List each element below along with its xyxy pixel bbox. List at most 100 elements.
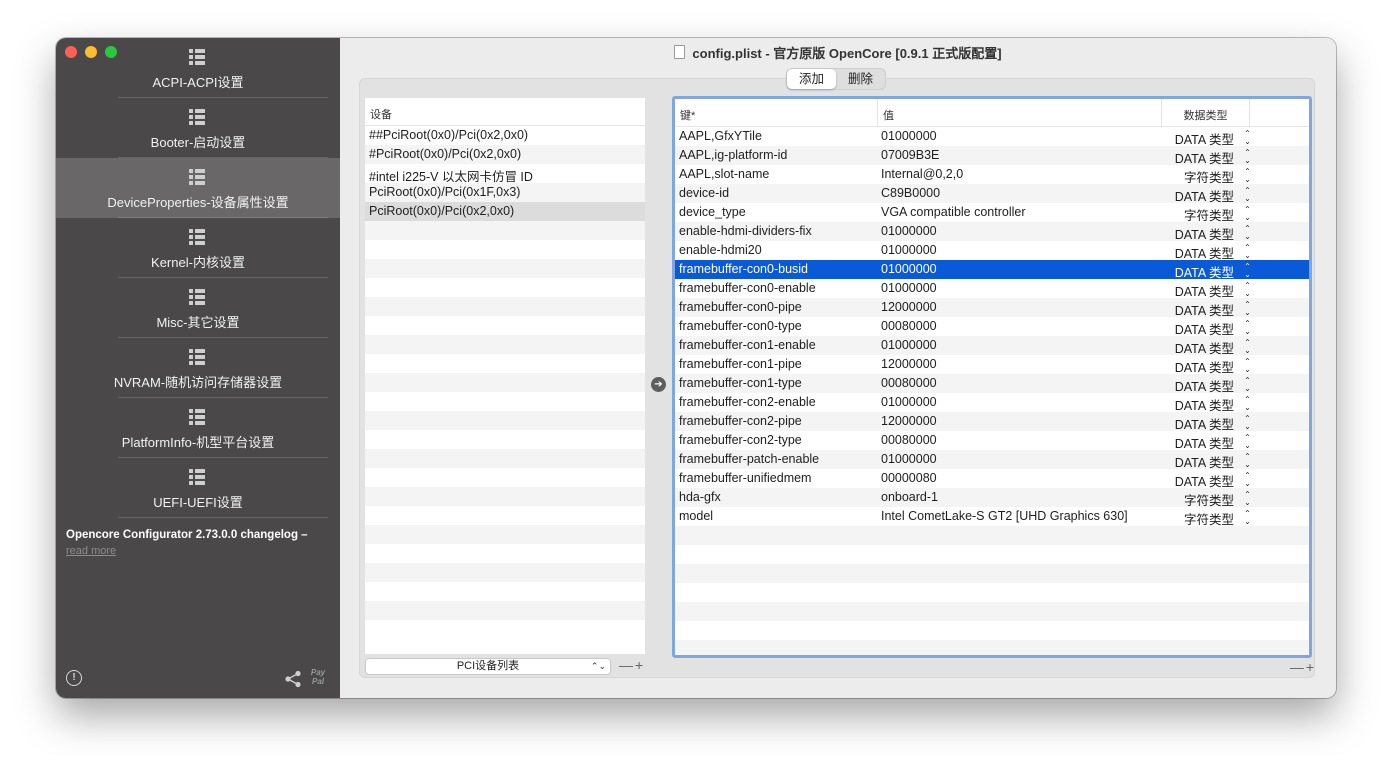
property-type-select[interactable]: DATA 类型 (1162, 222, 1244, 242)
type-stepper-icon[interactable]: ⌃⌄ (1243, 374, 1256, 393)
property-type-select[interactable]: DATA 类型 (1162, 317, 1244, 337)
property-type-select[interactable]: DATA 类型 (1162, 374, 1244, 394)
property-key[interactable]: AAPL,ig-platform-id (675, 146, 878, 165)
device-row[interactable]: PciRoot(0x0)/Pci(0x1F,0x3) (365, 183, 645, 202)
property-value[interactable]: 01000000 (878, 127, 1162, 146)
paypal-icon[interactable]: Pay Pal (310, 668, 326, 686)
property-add-remove-buttons[interactable]: —+ (1290, 659, 1316, 675)
property-value[interactable]: 01000000 (878, 450, 1162, 469)
property-type-select[interactable]: 字符类型 (1162, 203, 1244, 223)
type-stepper-icon[interactable]: ⌃⌄ (1243, 127, 1256, 146)
type-stepper-icon[interactable]: ⌃⌄ (1243, 450, 1256, 469)
property-value[interactable]: 12000000 (878, 298, 1162, 317)
property-type-select[interactable]: DATA 类型 (1162, 260, 1244, 280)
property-type-select[interactable]: DATA 类型 (1162, 298, 1244, 318)
read-more-link[interactable]: read more (66, 545, 116, 557)
property-value[interactable]: 00080000 (878, 374, 1162, 393)
property-key[interactable]: framebuffer-con1-pipe (675, 355, 878, 374)
property-type-select[interactable]: 字符类型 (1162, 507, 1244, 527)
minimize-window-button[interactable] (85, 46, 97, 58)
property-key[interactable]: enable-hdmi20 (675, 241, 878, 260)
property-key[interactable]: framebuffer-con0-pipe (675, 298, 878, 317)
property-row[interactable]: framebuffer-con1-type 00080000 DATA 类型 ⌃⌄ (675, 374, 1309, 394)
device-row[interactable]: PciRoot(0x0)/Pci(0x2,0x0) (365, 202, 645, 221)
property-key[interactable]: model (675, 507, 878, 526)
type-stepper-icon[interactable]: ⌃⌄ (1243, 431, 1256, 450)
property-row[interactable]: device_type VGA compatible controller 字符类型… (675, 203, 1309, 223)
property-value[interactable]: Intel CometLake-S GT2 [UHD Graphics 630] (878, 507, 1162, 526)
sidebar-item-booter[interactable]: Booter-启动设置 (56, 98, 340, 158)
property-row[interactable]: device-id C89B0000 DATA 类型 ⌃⌄ (675, 184, 1309, 204)
property-row[interactable]: framebuffer-patch-enable 01000000 DATA 类型 ⌃… (675, 450, 1309, 470)
property-value[interactable]: 01000000 (878, 241, 1162, 260)
key-column-header[interactable]: 键* (675, 99, 878, 127)
property-type-select[interactable]: DATA 类型 (1162, 393, 1244, 413)
property-key[interactable]: framebuffer-con2-pipe (675, 412, 878, 431)
property-value[interactable]: 01000000 (878, 393, 1162, 412)
type-stepper-icon[interactable]: ⌃⌄ (1243, 298, 1256, 317)
zoom-window-button[interactable] (105, 46, 117, 58)
property-key[interactable]: framebuffer-con1-enable (675, 336, 878, 355)
share-icon[interactable] (284, 670, 302, 688)
property-row[interactable]: framebuffer-con0-busid 01000000 DATA 类型 ⌃⌄ (675, 260, 1309, 280)
type-stepper-icon[interactable]: ⌃⌄ (1243, 488, 1256, 507)
property-type-select[interactable]: DATA 类型 (1162, 412, 1244, 432)
property-row[interactable]: hda-gfx onboard-1 字符类型 ⌃⌄ (675, 488, 1309, 508)
property-row[interactable]: model Intel CometLake-S GT2 [UHD Graphics… (675, 507, 1309, 527)
property-key[interactable]: AAPL,slot-name (675, 165, 878, 184)
type-stepper-icon[interactable]: ⌃⌄ (1243, 336, 1256, 355)
property-row[interactable]: AAPL,GfxYTile 01000000 DATA 类型 ⌃⌄ (675, 127, 1309, 147)
add-tab[interactable]: 添加 (787, 69, 837, 89)
property-type-select[interactable]: DATA 类型 (1162, 241, 1244, 261)
property-row[interactable]: framebuffer-con0-enable 01000000 DATA 类型 ⌃⌄ (675, 279, 1309, 299)
property-row[interactable]: framebuffer-unifiedmem 00000080 DATA 类型 ⌃⌄ (675, 469, 1309, 489)
property-key[interactable]: enable-hdmi-dividers-fix (675, 222, 878, 241)
property-type-select[interactable]: 字符类型 (1162, 165, 1244, 185)
property-type-select[interactable]: DATA 类型 (1162, 431, 1244, 451)
property-key[interactable]: device-id (675, 184, 878, 203)
property-row[interactable]: AAPL,ig-platform-id 07009B3E DATA 类型 ⌃⌄ (675, 146, 1309, 166)
sidebar-item-platforminfo[interactable]: PlatformInfo-机型平台设置 (56, 398, 340, 458)
property-type-select[interactable]: DATA 类型 (1162, 184, 1244, 204)
property-row[interactable]: framebuffer-con1-enable 01000000 DATA 类型 ⌃⌄ (675, 336, 1309, 356)
value-column-header[interactable]: 值 (878, 99, 1162, 127)
type-stepper-icon[interactable]: ⌃⌄ (1243, 165, 1256, 184)
property-type-select[interactable]: DATA 类型 (1162, 336, 1244, 356)
property-type-select[interactable]: DATA 类型 (1162, 469, 1244, 489)
property-key[interactable]: framebuffer-con0-enable (675, 279, 878, 298)
property-value[interactable]: 01000000 (878, 222, 1162, 241)
property-row[interactable]: framebuffer-con1-pipe 12000000 DATA 类型 ⌃⌄ (675, 355, 1309, 375)
delete-tab[interactable]: 删除 (836, 69, 885, 89)
type-stepper-icon[interactable]: ⌃⌄ (1243, 469, 1256, 488)
type-column-header[interactable]: 数据类型 (1162, 99, 1250, 127)
sidebar-item-nvram[interactable]: NVRAM-随机访问存储器设置 (56, 338, 340, 398)
property-key[interactable]: framebuffer-con2-enable (675, 393, 878, 412)
property-key[interactable]: framebuffer-con1-type (675, 374, 878, 393)
sidebar-item-uefi[interactable]: UEFI-UEFI设置 (56, 458, 340, 518)
type-stepper-icon[interactable]: ⌃⌄ (1243, 184, 1256, 203)
property-row[interactable]: framebuffer-con2-pipe 12000000 DATA 类型 ⌃⌄ (675, 412, 1309, 432)
property-row[interactable]: framebuffer-con0-pipe 12000000 DATA 类型 ⌃⌄ (675, 298, 1309, 318)
property-value[interactable]: 01000000 (878, 260, 1162, 279)
property-value[interactable]: C89B0000 (878, 184, 1162, 203)
property-type-select[interactable]: DATA 类型 (1162, 355, 1244, 375)
property-row[interactable]: framebuffer-con0-type 00080000 DATA 类型 ⌃⌄ (675, 317, 1309, 337)
property-value[interactable]: 07009B3E (878, 146, 1162, 165)
property-row[interactable]: enable-hdmi20 01000000 DATA 类型 ⌃⌄ (675, 241, 1309, 261)
type-stepper-icon[interactable]: ⌃⌄ (1243, 317, 1256, 336)
property-row[interactable]: framebuffer-con2-type 00080000 DATA 类型 ⌃⌄ (675, 431, 1309, 451)
property-value[interactable]: 00080000 (878, 317, 1162, 336)
type-stepper-icon[interactable]: ⌃⌄ (1243, 260, 1256, 279)
sidebar-item-kernel[interactable]: Kernel-内核设置 (56, 218, 340, 278)
property-value[interactable]: 01000000 (878, 279, 1162, 298)
property-key[interactable]: framebuffer-patch-enable (675, 450, 878, 469)
property-key[interactable]: device_type (675, 203, 878, 222)
property-key[interactable]: framebuffer-con0-type (675, 317, 878, 336)
property-value[interactable]: Internal@0,2,0 (878, 165, 1162, 184)
pci-device-list-select[interactable]: PCI设备列表 ⌃⌄ (365, 658, 611, 675)
property-row[interactable]: framebuffer-con2-enable 01000000 DATA 类型 ⌃⌄ (675, 393, 1309, 413)
type-stepper-icon[interactable]: ⌃⌄ (1243, 393, 1256, 412)
sidebar-item-misc[interactable]: Misc-其它设置 (56, 278, 340, 338)
close-window-button[interactable] (65, 46, 77, 58)
property-value[interactable]: 00080000 (878, 431, 1162, 450)
